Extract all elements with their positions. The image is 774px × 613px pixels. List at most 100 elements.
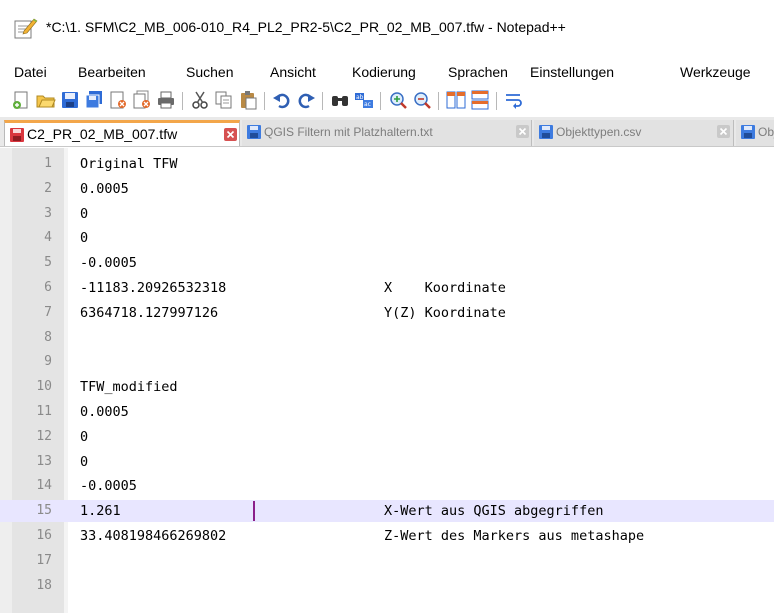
line-text[interactable]: 0 [80,429,88,445]
menu-kodierung[interactable]: Kodierung [352,64,416,80]
code-line[interactable]: 40 [0,227,774,249]
word-wrap-icon[interactable] [504,90,524,110]
find-icon[interactable] [330,90,350,110]
line-number: 9 [44,354,52,370]
code-line[interactable]: 1 Original TFW [0,153,774,175]
tab-objekttypen[interactable]: Objekttypen.csv [534,120,734,146]
line-number: 11 [36,404,52,419]
menu-ansicht[interactable]: Ansicht [270,64,316,80]
code-line[interactable]: 6 -11183.20926532318 X Koordinate [0,277,774,299]
toolbar-separator [182,92,183,110]
line-text[interactable]: -0.0005 [80,255,137,271]
code-line[interactable]: 18 [0,575,774,597]
line-text[interactable]: 33.408198466269802 [80,528,226,544]
code-line[interactable]: 14 -0.0005 [0,475,774,497]
line-annotation[interactable]: X-Wert aus QGIS abgegriffen [384,503,603,519]
tab-label: C2_PR_02_MB_007.tfw [27,126,178,142]
line-text[interactable]: -11183.20926532318 [80,280,226,296]
print-icon[interactable] [156,90,176,110]
close-all-icon[interactable] [132,90,152,110]
menu-suchen[interactable]: Suchen [186,64,233,80]
code-line[interactable]: 15 1.261 X-Wert aus QGIS abgegriffen [0,500,774,523]
line-text[interactable]: 1.261 [80,503,121,519]
code-line[interactable]: 17 [0,550,774,572]
code-line[interactable]: 5 -0.0005 [0,252,774,274]
toolbar-separator [438,92,439,110]
text-caret [253,501,255,522]
code-line[interactable]: 7 6364718.127997126 Y(Z) Koordinate [0,302,774,324]
code-line[interactable]: 30 [0,203,774,225]
zoom-out-icon[interactable] [412,90,432,110]
menu-datei[interactable]: Datei [14,64,47,80]
code-line[interactable]: 10 TFW_modified [0,376,774,398]
saved-file-icon [539,125,553,139]
line-number: 17 [36,552,52,568]
menu-einstellungen[interactable]: Einstellungen [530,64,614,80]
line-text[interactable]: -0.0005 [80,478,137,494]
zoom-in-icon[interactable] [388,90,408,110]
menu-bearbeiten[interactable]: Bearbeiten [78,64,146,80]
close-icon[interactable] [717,125,730,138]
new-file-icon[interactable] [12,90,32,110]
sync-horizontal-icon[interactable] [470,90,490,110]
save-icon[interactable] [60,90,80,110]
toolbar: ab ac [0,86,774,116]
line-text[interactable]: 6364718.127997126 [80,305,218,321]
tab-obje[interactable]: Obje [736,120,774,146]
line-number: 16 [36,528,52,543]
title-bar[interactable]: *C:\1. SFM\C2_MB_006-010_R4_PL2_PR2-5\C2… [0,0,774,58]
tab-label: Obje [758,125,774,139]
line-number: 18 [36,577,52,593]
menu-bar: Datei Bearbeiten Suchen Ansicht Kodierun… [0,58,774,86]
svg-text:ac: ac [364,101,371,108]
close-icon[interactable] [224,128,237,141]
notepadpp-window: *C:\1. SFM\C2_MB_006-010_R4_PL2_PR2-5\C2… [0,0,774,613]
toolbar-separator [496,92,497,110]
saved-file-icon [247,125,261,139]
code-line[interactable]: 8 [0,327,774,349]
line-text[interactable]: Original TFW [80,156,178,172]
toolbar-separator [322,92,323,110]
tab-bar: C2_PR_02_MB_007.tfw QGIS Filtern mit Pla… [0,117,774,147]
tab-qgis-filtern[interactable]: QGIS Filtern mit Platzhaltern.txt [242,120,532,146]
line-text[interactable]: 0 [80,230,88,246]
undo-icon[interactable] [272,90,292,110]
save-all-icon[interactable] [84,90,104,110]
line-annotation[interactable]: Z-Wert des Markers aus metashape [384,528,644,544]
code-line[interactable]: 11 0.0005 [0,401,774,423]
toolbar-separator [380,92,381,110]
code-line[interactable]: 9 [0,351,774,373]
close-icon[interactable] [108,90,128,110]
close-icon[interactable] [516,125,529,138]
replace-icon[interactable]: ab ac [354,90,374,110]
code-line[interactable]: 13 0 [0,451,774,473]
line-number: 13 [36,453,52,469]
line-number: 2 [44,180,52,196]
cut-icon[interactable] [190,90,210,110]
line-text[interactable]: 0.0005 [80,404,129,420]
paste-icon[interactable] [238,90,258,110]
line-annotation[interactable]: X Koordinate [384,280,506,296]
saved-file-icon [741,125,755,139]
redo-icon[interactable] [296,90,316,110]
code-line[interactable]: 12 0 [0,426,774,448]
menu-werkzeuge[interactable]: Werkzeuge [680,64,751,80]
menu-sprachen[interactable]: Sprachen [448,64,508,80]
code-line[interactable]: 2 0.0005 [0,178,774,200]
copy-icon[interactable] [214,90,234,110]
open-file-icon[interactable] [36,90,56,110]
tab-label: QGIS Filtern mit Platzhaltern.txt [264,125,433,139]
line-number: 12 [36,428,52,444]
editor-area[interactable]: 1 Original TFW 2 0.0005 3 0 4 0 5 -0.0005 6 -11183.… [0,148,774,613]
code-line[interactable]: 16 33.408198466269802 Z-Wert des Markers a… [0,525,774,547]
line-text[interactable]: TFW_modified [80,379,178,395]
line-number: 15 [36,503,52,519]
line-text[interactable]: 0.0005 [80,181,129,197]
line-annotation[interactable]: Y(Z) Koordinate [384,305,506,321]
line-text[interactable]: 0 [80,454,88,470]
line-number: 1 [44,156,52,171]
sync-vertical-icon[interactable] [446,90,466,110]
line-text[interactable]: 0 [80,206,88,222]
line-number: 5 [44,255,52,271]
tab-c2-pr-02-mb-007[interactable]: C2_PR_02_MB_007.tfw [4,120,240,146]
